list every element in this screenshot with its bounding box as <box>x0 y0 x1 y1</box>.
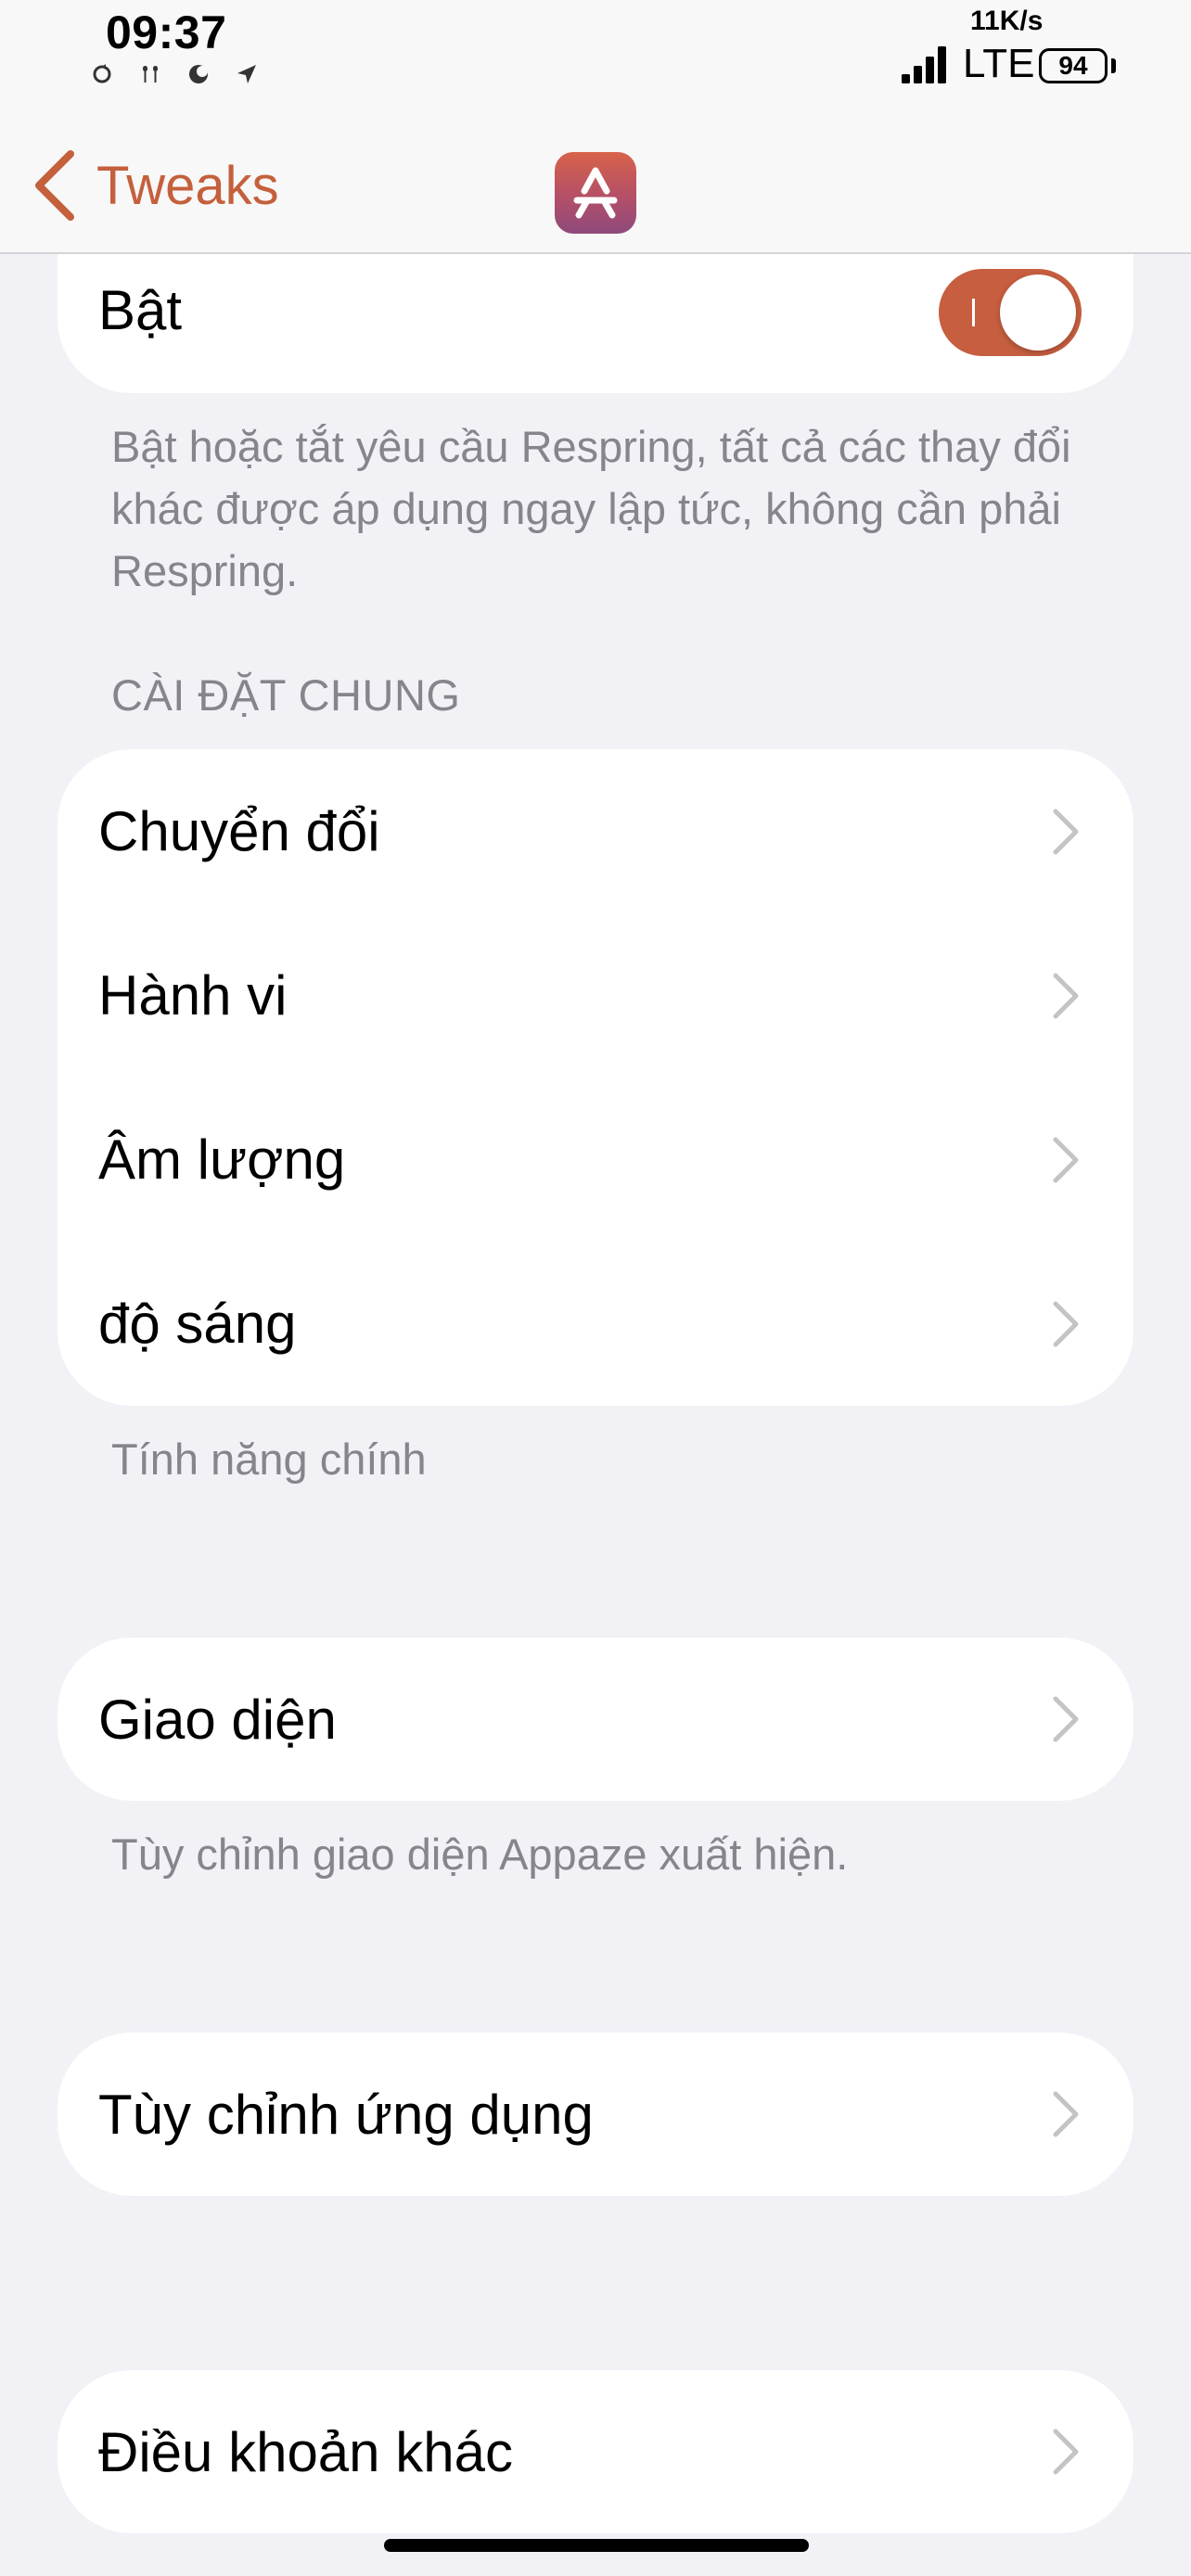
enable-card: Bật <box>58 232 1133 393</box>
app-custom-card: Tùy chỉnh ứng dụng <box>58 2033 1133 2196</box>
status-time: 09:37 <box>106 6 227 58</box>
enable-label: Bật <box>98 279 183 341</box>
network-speed: 11K/s <box>970 6 1044 36</box>
enable-row: Bật <box>58 232 1133 393</box>
back-label: Tweaks <box>96 155 279 216</box>
list-item-label: độ sáng <box>98 1293 297 1355</box>
app-custom-label: Tùy chỉnh ứng dụng <box>98 2083 594 2146</box>
list-item-label: Hành vi <box>98 964 288 1027</box>
appaze-logo-icon <box>555 152 636 234</box>
chevron-right-icon <box>1053 1301 1079 1346</box>
network-type: LTE <box>963 41 1035 86</box>
list-item-label: Âm lượng <box>98 1129 346 1191</box>
appearance-label: Giao diện <box>98 1688 337 1751</box>
back-button[interactable]: Tweaks <box>28 148 279 223</box>
chevron-right-icon <box>1053 1137 1079 1182</box>
general-item-behavior[interactable]: Hành vi <box>58 913 1133 1078</box>
chevron-right-icon <box>1053 1696 1079 1742</box>
appearance-row[interactable]: Giao diện <box>58 1638 1133 1801</box>
general-item-switching[interactable]: Chuyển đổi <box>58 749 1133 913</box>
status-left-icons <box>91 63 258 85</box>
location-arrow-icon <box>236 63 258 85</box>
focus-moon-icon <box>187 63 210 85</box>
chevron-right-icon <box>1053 973 1079 1018</box>
home-indicator[interactable] <box>384 2539 809 2552</box>
sync-icon <box>91 63 113 85</box>
airpods-icon <box>139 63 161 85</box>
chevron-right-icon <box>1053 2429 1079 2475</box>
switch-knob <box>1000 274 1076 351</box>
other-terms-label: Điều khoản khác <box>98 2420 513 2483</box>
general-footer: Tính năng chính <box>111 1435 427 1484</box>
other-terms-card: Điều khoản khác <box>58 2370 1133 2533</box>
general-card: Chuyển đổi Hành vi Âm lượng độ sáng <box>58 749 1133 1406</box>
app-custom-row[interactable]: Tùy chỉnh ứng dụng <box>58 2033 1133 2196</box>
battery-icon: 94 <box>1039 48 1108 83</box>
navigation-bar: 09:37 11K/s LTE 94 Tweaks <box>0 0 1191 254</box>
enable-footer: Bật hoặc tắt yêu cầu Respring, tất cả cá… <box>111 422 1071 595</box>
list-item-label: Chuyển đổi <box>98 800 380 862</box>
signal-bars-icon <box>902 43 957 88</box>
general-item-volume[interactable]: Âm lượng <box>58 1078 1133 1242</box>
switch-on-indicator <box>972 299 975 326</box>
battery-tip <box>1111 58 1116 73</box>
chevron-right-icon <box>1053 2091 1079 2137</box>
chevron-left-icon <box>35 150 74 221</box>
general-item-brightness[interactable]: độ sáng <box>58 1242 1133 1406</box>
general-section-header: CÀI ĐẶT CHUNG <box>111 670 461 720</box>
screen: 09:37 11K/s LTE 94 Tweaks Bật Bật hoặc t… <box>0 0 1191 2576</box>
appearance-footer: Tùy chỉnh giao diện Appaze xuất hiện. <box>111 1830 849 1879</box>
other-terms-row[interactable]: Điều khoản khác <box>58 2370 1133 2533</box>
appearance-card: Giao diện <box>58 1638 1133 1801</box>
enable-switch[interactable] <box>939 269 1082 356</box>
chevron-right-icon <box>1053 809 1079 854</box>
